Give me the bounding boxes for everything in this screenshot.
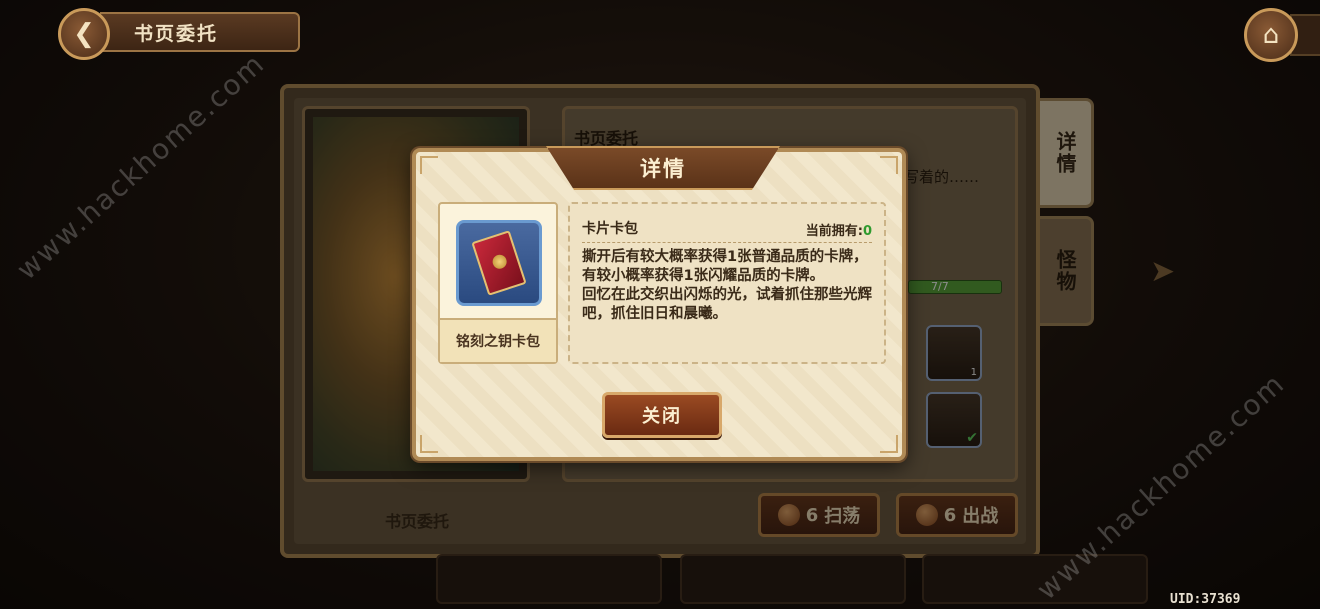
back-button[interactable]: ❮ bbox=[58, 8, 110, 60]
item-box: 铭刻之钥卡包 bbox=[438, 202, 558, 364]
title-plate: 书页委托 bbox=[100, 12, 300, 52]
user-id: UID:37369 bbox=[1170, 592, 1241, 607]
home-icon: ⌂ bbox=[1262, 20, 1280, 50]
home-button[interactable]: ⌂ bbox=[1244, 8, 1298, 62]
close-button-label: 关闭 bbox=[642, 406, 682, 427]
back-arrow-icon: ❮ bbox=[73, 19, 95, 49]
item-info-box: 卡片卡包 当前拥有:0 撕开后有较大概率获得1张普通品质的卡牌，有较小概率获得1… bbox=[568, 202, 886, 364]
item-type: 卡片卡包 bbox=[582, 221, 638, 237]
item-name: 铭刻之钥卡包 bbox=[456, 334, 540, 350]
owned-label: 当前拥有: bbox=[805, 224, 863, 239]
corner-ornament bbox=[420, 156, 438, 174]
details-dialog: 详情 铭刻之钥卡包 卡片卡包 当前拥有:0 撕开后有较大概率获得1张普通品质的卡… bbox=[412, 146, 906, 461]
card-pack-icon bbox=[471, 230, 527, 296]
item-name-plate: 铭刻之钥卡包 bbox=[440, 318, 556, 362]
owned-count: 当前拥有:0 bbox=[806, 220, 872, 239]
corner-ornament bbox=[880, 156, 898, 174]
divider bbox=[582, 242, 872, 243]
dialog-title-plate: 详情 bbox=[546, 146, 780, 190]
item-description: 撕开后有较大概率获得1张普通品质的卡牌，有较小概率获得1张闪耀品质的卡牌。 回忆… bbox=[582, 249, 872, 322]
close-button[interactable]: 关闭 bbox=[602, 392, 722, 438]
item-icon-frame bbox=[456, 220, 542, 306]
corner-ornament bbox=[420, 435, 438, 453]
corner-ornament bbox=[880, 435, 898, 453]
owned-value: 0 bbox=[862, 224, 872, 239]
dialog-title: 详情 bbox=[640, 157, 686, 181]
page-title: 书页委托 bbox=[134, 22, 219, 45]
